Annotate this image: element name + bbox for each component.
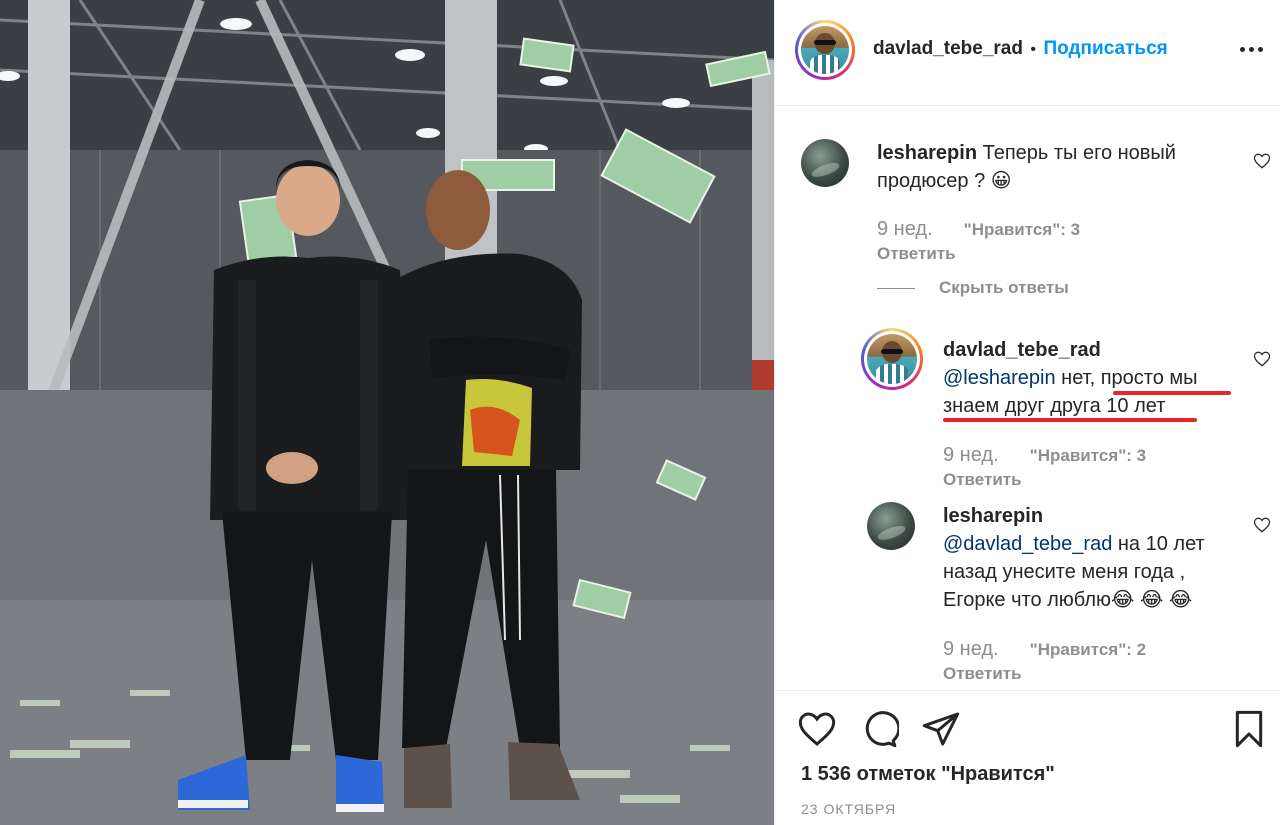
reply-text-a: нет,	[1055, 367, 1101, 389]
reply-mention[interactable]: @davlad_tebe_rad	[943, 533, 1112, 555]
post-photo[interactable]	[0, 0, 774, 825]
comment-body: lesharepin Теперь ты его новый продюсер …	[877, 139, 1237, 195]
reply-text-line2: назад унесите меня года ,	[943, 561, 1186, 583]
warehouse-scene-illustration	[0, 0, 774, 825]
like-reply-heart-icon[interactable]	[1253, 516, 1271, 534]
reply-text-b: просто мы	[1100, 367, 1198, 389]
post-actions-bar: 1 536 отметок "Нравится" 23 ОКТЯБРЯ	[775, 690, 1280, 825]
comment-text-line2: продюсер ? 😀	[877, 170, 1012, 192]
post-side-panel: davlad_tebe_rad • Подписаться lesharepin…	[774, 0, 1280, 825]
likes-count[interactable]: 1 536 отметок "Нравится"	[801, 763, 1055, 786]
comment-bubble-icon[interactable]	[859, 709, 899, 749]
like-heart-icon[interactable]	[797, 709, 837, 749]
highlight-underline-1	[1113, 391, 1231, 395]
reply-meta: 9 нед. "Нравится": 3	[943, 444, 1146, 467]
reply-author-avatar[interactable]	[861, 328, 923, 390]
commenter-avatar[interactable]	[801, 139, 849, 187]
comment-username[interactable]: lesharepin	[877, 142, 977, 164]
reply-button[interactable]: Ответить	[877, 244, 956, 264]
more-options-icon[interactable]	[1240, 37, 1264, 61]
reply-body: davlad_tebe_rad @lesharepin нет, просто …	[943, 336, 1243, 420]
reply-meta: 9 нед. "Нравится": 2	[943, 638, 1146, 661]
like-reply-heart-icon[interactable]	[1253, 350, 1271, 368]
comment-likes[interactable]: "Нравится": 3	[964, 220, 1080, 239]
save-bookmark-icon[interactable]	[1229, 709, 1269, 749]
reply-likes[interactable]: "Нравится": 3	[1030, 446, 1146, 465]
highlight-underline-2	[943, 418, 1197, 422]
share-paper-plane-icon[interactable]	[921, 709, 961, 749]
author-avatar[interactable]	[795, 20, 855, 80]
reply-author-avatar[interactable]	[867, 502, 915, 550]
reply-text-line2: знаем друг друга 10 лет	[943, 395, 1166, 417]
comment-meta: 9 нед. "Нравится": 3	[877, 218, 1080, 241]
post-date: 23 ОКТЯБРЯ	[801, 801, 897, 817]
reply-age: 9 нед.	[943, 638, 999, 660]
reply-body: lesharepin @davlad_tebe_rad на 10 лет на…	[943, 502, 1253, 614]
comment-text-line1: Теперь ты его новый	[982, 142, 1176, 164]
reply-text-line3: Егорке что люблю😂 😂 😂	[943, 589, 1193, 611]
reply-username[interactable]: lesharepin	[943, 505, 1043, 527]
reply-username[interactable]: davlad_tebe_rad	[943, 339, 1101, 361]
author-username[interactable]: davlad_tebe_rad	[873, 38, 1023, 59]
reply-age: 9 нед.	[943, 444, 999, 466]
reply-likes[interactable]: "Нравится": 2	[1030, 640, 1146, 659]
reply-text-a: на 10 лет	[1112, 533, 1205, 555]
reply-reply-button[interactable]: Ответить	[943, 470, 1022, 490]
hide-replies-label: Скрыть ответы	[939, 278, 1069, 297]
like-comment-heart-icon[interactable]	[1253, 152, 1271, 170]
post-header: davlad_tebe_rad • Подписаться	[775, 0, 1280, 106]
comment-age: 9 нед.	[877, 218, 933, 240]
header-separator: •	[1030, 41, 1037, 58]
follow-button[interactable]: Подписаться	[1043, 38, 1167, 59]
reply-reply-button[interactable]: Ответить	[943, 664, 1022, 684]
reply-mention[interactable]: @lesharepin	[943, 367, 1056, 389]
hide-replies-button[interactable]: Скрыть ответы	[877, 278, 1069, 298]
